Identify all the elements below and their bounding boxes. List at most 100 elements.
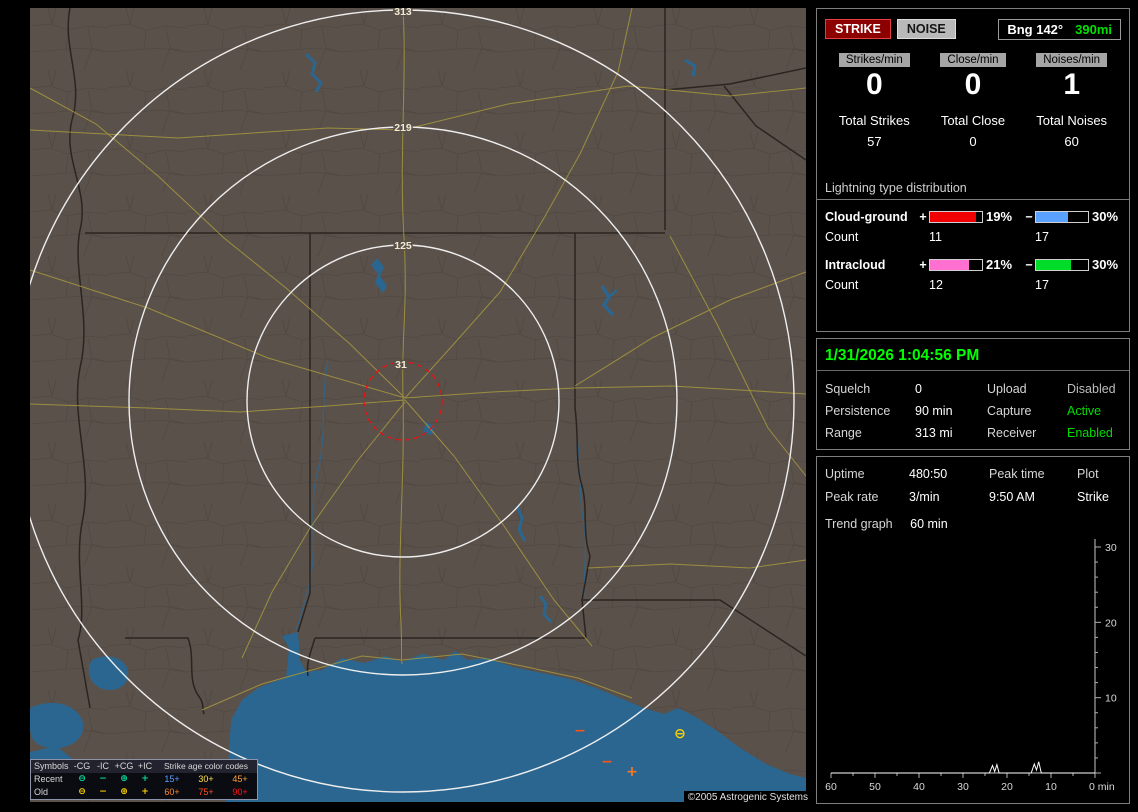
age-75: 75+	[198, 787, 214, 797]
total-close-value: 0	[969, 134, 977, 149]
trend-graph-label: Trend graph	[825, 517, 893, 531]
ic-positive-pct: 21%	[986, 257, 1013, 272]
ic-negative-bar	[1035, 258, 1089, 271]
status-panel: 1/31/2026 1:04:56 PM Squelch 0 Upload Di…	[816, 338, 1130, 450]
cloud-ground-count-row: Count 11 17	[825, 230, 1121, 244]
svg-text:50: 50	[869, 781, 881, 793]
ring-label-219: 219	[394, 122, 412, 134]
plus-sign: +	[919, 257, 927, 272]
legend-col-pic: +IC	[137, 761, 153, 771]
date-time: 1/31/2026 1:04:56 PM	[825, 347, 980, 364]
range-label: Range	[825, 426, 862, 440]
legend-old-label: Old	[34, 787, 49, 797]
old-pcg-icon: ⊕	[120, 787, 128, 797]
settings-grid: Squelch 0 Upload Disabled Persistence 90…	[825, 382, 1121, 440]
upload-value: Disabled	[1067, 382, 1116, 396]
cloud-ground-row: Cloud-ground + 19% − 30%	[825, 209, 1121, 224]
legend-col-pcg: +CG	[114, 761, 134, 771]
cg-positive-pct: 19%	[986, 209, 1013, 224]
plus-sign: +	[919, 209, 927, 224]
legend-age-title: Strike age color codes	[163, 761, 249, 771]
ic-positive-bar-fill	[930, 259, 969, 270]
cg-positive-bar	[929, 210, 983, 223]
noises-per-min-chip[interactable]: Noises/min	[1036, 53, 1108, 67]
ring-label-313: 313	[394, 8, 412, 18]
svg-text:20: 20	[1105, 617, 1117, 629]
trend-graph-row: Trend graph 60 min	[825, 517, 1121, 531]
capture-value: Active	[1067, 404, 1102, 418]
age-45: 45+	[232, 774, 248, 784]
legend-recent-label: Recent	[34, 774, 63, 784]
ic-negative-pct: 30%	[1092, 257, 1119, 272]
ic-negative-count: 17	[1035, 278, 1049, 292]
persistence-value: 90 min	[915, 404, 953, 418]
rate-labels: Strikes/min Close/min Noises/min	[825, 53, 1121, 67]
close-per-min-value: 0	[964, 68, 982, 101]
svg-text:30: 30	[957, 781, 969, 793]
strikes-per-min-value: 0	[865, 68, 883, 101]
total-values: 57 0 60	[825, 134, 1121, 149]
intracloud-row: Intracloud + 21% − 30%	[825, 257, 1121, 272]
recent-nic-icon: −	[99, 774, 107, 784]
plot-value: Strike	[1077, 490, 1109, 504]
minus-sign: −	[1025, 257, 1033, 272]
total-noises-label: Total Noises	[1036, 113, 1108, 128]
svg-text:30: 30	[1105, 542, 1117, 554]
count-label: Count	[825, 230, 859, 244]
old-ncg-icon: ⊖	[78, 787, 86, 797]
legend-row-recent: Recent ⊖ − ⊕ + 15+ 30+ 45+	[31, 773, 257, 786]
legend-symbols-title: Symbols	[34, 761, 69, 771]
intracloud-count-row: Count 12 17	[825, 278, 1121, 292]
peak-time-label: Peak time	[989, 467, 1045, 481]
peak-rate-label: Peak rate	[825, 490, 879, 504]
receiver-value: Enabled	[1067, 426, 1113, 440]
cloud-ground-label: Cloud-ground	[825, 209, 908, 224]
distribution-title: Lightning type distribution	[825, 181, 967, 195]
bearing-readout: Bng 142° 390mi	[998, 18, 1121, 40]
uptime-label: Uptime	[825, 467, 865, 481]
age-60: 60+	[164, 787, 180, 797]
minus-sign: −	[1025, 209, 1033, 224]
mode-row: STRIKE NOISE Bng 142° 390mi	[825, 17, 1121, 41]
strike-mode-button[interactable]: STRIKE	[825, 19, 891, 39]
bearing-distance: 390mi	[1075, 21, 1112, 37]
squelch-value: 0	[915, 382, 922, 396]
legend-col-nic: -IC	[97, 761, 109, 771]
recent-pcg-icon: ⊕	[120, 774, 128, 784]
intracloud-label: Intracloud	[825, 257, 886, 272]
range-value: 313 mi	[915, 426, 953, 440]
strikes-per-min-chip[interactable]: Strikes/min	[838, 53, 910, 67]
peak-time-value: 9:50 AM	[989, 490, 1035, 504]
old-nic-icon: −	[99, 787, 107, 797]
count-label: Count	[825, 278, 859, 292]
strike-counter-panel: STRIKE NOISE Bng 142° 390mi Strikes/min …	[816, 8, 1130, 332]
cg-negative-count: 17	[1035, 230, 1049, 244]
receiver-label: Receiver	[987, 426, 1037, 440]
total-strikes-label: Total Strikes	[838, 113, 910, 128]
close-per-min-chip[interactable]: Close/min	[940, 53, 1006, 67]
total-noises-value: 60	[1064, 134, 1079, 149]
persistence-label: Persistence	[825, 404, 891, 418]
squelch-label: Squelch	[825, 382, 871, 396]
svg-text:0 min: 0 min	[1089, 781, 1115, 793]
ring-label-125: 125	[394, 240, 412, 252]
lightning-map[interactable]: − − + ⊖ 313 219 125 31 Symbols -CG -IC +CG …	[30, 8, 806, 802]
cg-negative-pct: 30%	[1092, 209, 1119, 224]
divider	[817, 199, 1129, 200]
plot-label: Plot	[1077, 467, 1099, 481]
recent-ncg-icon: ⊖	[78, 774, 86, 784]
old-pic-icon: +	[141, 787, 149, 797]
upload-label: Upload	[987, 382, 1027, 396]
legend-header: Symbols -CG -IC +CG +IC Strike age color…	[31, 760, 257, 773]
svg-text:10: 10	[1045, 781, 1057, 793]
total-strikes-value: 57	[867, 134, 882, 149]
ic-positive-bar	[929, 258, 983, 271]
strike-symbol: −	[601, 754, 613, 770]
svg-text:10: 10	[1105, 693, 1117, 705]
age-15: 15+	[164, 774, 180, 784]
noise-mode-button[interactable]: NOISE	[896, 19, 956, 39]
total-labels: Total Strikes Total Close Total Noises	[825, 113, 1121, 128]
recent-pic-icon: +	[141, 774, 149, 784]
legend-col-ncg: -CG	[73, 761, 91, 771]
svg-text:20: 20	[1001, 781, 1013, 793]
